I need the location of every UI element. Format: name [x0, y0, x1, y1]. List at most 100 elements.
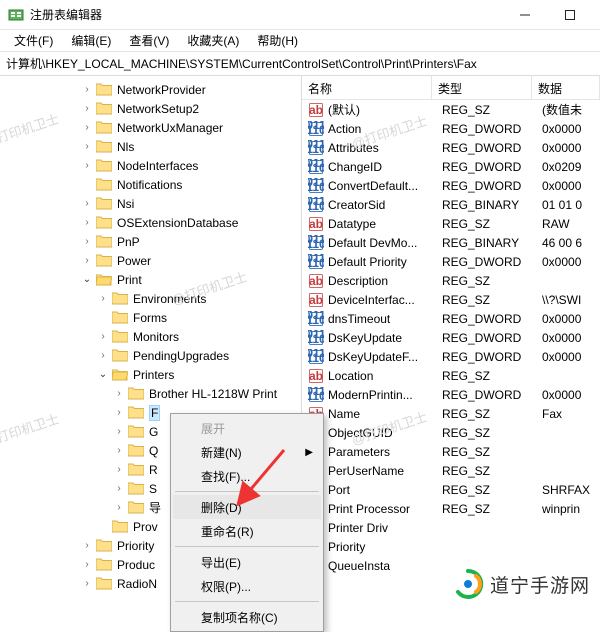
tree-item[interactable]: Notifications [0, 175, 301, 194]
tree-item[interactable]: ›Environments [0, 289, 301, 308]
expander-icon[interactable]: › [112, 444, 126, 458]
list-row[interactable]: abDescriptionREG_SZ [302, 271, 600, 290]
address-bar[interactable]: 计算机\HKEY_LOCAL_MACHINE\SYSTEM\CurrentCon… [0, 52, 600, 76]
list-row[interactable]: 011110Default DevMo...REG_BINARY46 00 6 [302, 233, 600, 252]
list-row[interactable]: 011110DsKeyUpdateREG_DWORD0x0000 [302, 328, 600, 347]
expander-icon[interactable]: › [80, 197, 94, 211]
list-row[interactable]: 011110AttributesREG_DWORD0x0000 [302, 138, 600, 157]
tree-item[interactable]: ›NetworkSetup2 [0, 99, 301, 118]
list-row[interactable]: abLocationREG_SZ [302, 366, 600, 385]
list-row[interactable]: 011110ConvertDefault...REG_DWORD0x0000 [302, 176, 600, 195]
tree-item[interactable]: Forms [0, 308, 301, 327]
maximize-button[interactable] [547, 0, 592, 30]
binary-value-icon: 011110 [308, 235, 324, 251]
tree-item[interactable]: ›Nsi [0, 194, 301, 213]
list-row[interactable]: 011110ChangeIDREG_DWORD0x0209 [302, 157, 600, 176]
folder-icon [112, 292, 133, 305]
expander-icon[interactable]: › [112, 387, 126, 401]
svg-text:110: 110 [308, 199, 324, 213]
expander-icon[interactable]: › [112, 406, 126, 420]
list-row[interactable]: 011110ModernPrintin...REG_DWORD0x0000 [302, 385, 600, 404]
column-name[interactable]: 名称 [302, 76, 432, 99]
expander-icon[interactable]: › [80, 83, 94, 97]
menu-file[interactable]: 文件(F) [6, 30, 61, 51]
tree-item[interactable]: ⌄Printers [0, 365, 301, 384]
tree-item-label: Prov [133, 520, 158, 534]
expander-icon[interactable]: › [96, 292, 110, 306]
menu-edit[interactable]: 编辑(E) [63, 30, 119, 51]
tree-item[interactable]: › Brother HL-1218W Print [0, 384, 301, 403]
ctx-new[interactable]: 新建(N)▶ [173, 440, 321, 464]
list-row[interactable]: 011110Priority [302, 537, 600, 556]
tree-item[interactable]: ›NetworkUxManager [0, 118, 301, 137]
tree-item[interactable]: ›NetworkProvider [0, 80, 301, 99]
list-row[interactable]: ab(默认)REG_SZ(数值未 [302, 100, 600, 119]
menu-favorites[interactable]: 收藏夹(A) [179, 30, 247, 51]
ctx-find[interactable]: 查找(F)... [173, 464, 321, 488]
tree-item[interactable]: ›PnP [0, 232, 301, 251]
tree-item[interactable]: ›PendingUpgrades [0, 346, 301, 365]
value-data: 0x0000 [542, 331, 600, 345]
minimize-button[interactable] [502, 0, 547, 30]
ctx-delete[interactable]: 删除(D) [173, 495, 321, 519]
list-row[interactable]: 011110Default PriorityREG_DWORD0x0000 [302, 252, 600, 271]
ctx-export[interactable]: 导出(E) [173, 550, 321, 574]
list-row[interactable]: abObjectGUIDREG_SZ [302, 423, 600, 442]
tree-item[interactable]: ›NodeInterfaces [0, 156, 301, 175]
expander-icon[interactable]: ⌄ [96, 368, 110, 382]
tree-item[interactable]: ›OSExtensionDatabase [0, 213, 301, 232]
expander-icon[interactable] [96, 520, 110, 534]
tree-item[interactable]: ›Monitors [0, 327, 301, 346]
list-row[interactable]: abDeviceInterfac...REG_SZ\\?\SWI [302, 290, 600, 309]
list-row[interactable]: abParametersREG_SZ [302, 442, 600, 461]
list-row[interactable]: abPrinter Driv [302, 518, 600, 537]
tree-item[interactable]: ›Nls [0, 137, 301, 156]
ctx-expand[interactable]: 展开 [173, 416, 321, 440]
expander-icon[interactable]: › [80, 558, 94, 572]
value-name: ConvertDefault... [328, 179, 442, 193]
folder-icon [112, 520, 133, 533]
expander-icon[interactable] [80, 178, 94, 192]
expander-icon[interactable]: › [112, 425, 126, 439]
list-row[interactable]: 011110dnsTimeoutREG_DWORD0x0000 [302, 309, 600, 328]
expander-icon[interactable]: › [80, 121, 94, 135]
list-row[interactable]: abNameREG_SZFax [302, 404, 600, 423]
expander-icon[interactable]: › [80, 235, 94, 249]
expander-icon[interactable]: › [112, 501, 126, 515]
ctx-permissions[interactable]: 权限(P)... [173, 574, 321, 598]
column-type[interactable]: 类型 [432, 76, 532, 99]
list-row[interactable]: 011110ActionREG_DWORD0x0000 [302, 119, 600, 138]
tree-item-label: Brother HL-1218W Print [149, 387, 277, 401]
expander-icon[interactable]: › [80, 102, 94, 116]
expander-icon[interactable]: › [96, 330, 110, 344]
expander-icon[interactable]: › [80, 254, 94, 268]
expander-icon[interactable]: › [112, 482, 126, 496]
tree-item[interactable]: ›Power [0, 251, 301, 270]
tree-item[interactable]: ⌄Print [0, 270, 301, 289]
column-data[interactable]: 数据 [532, 76, 600, 99]
ctx-rename[interactable]: 重命名(R) [173, 519, 321, 543]
expander-icon[interactable]: › [80, 140, 94, 154]
expander-icon[interactable]: › [80, 159, 94, 173]
list-row[interactable]: abPerUserNameREG_SZ [302, 461, 600, 480]
ctx-copy-key-name[interactable]: 复制项名称(C) [173, 605, 321, 629]
list-row[interactable]: 011110CreatorSidREG_BINARY01 01 0 [302, 195, 600, 214]
expander-icon[interactable]: › [80, 577, 94, 591]
expander-icon[interactable]: › [96, 349, 110, 363]
expander-icon[interactable]: › [80, 539, 94, 553]
folder-icon [128, 425, 149, 438]
value-name: DsKeyUpdate [328, 331, 442, 345]
expander-icon[interactable] [96, 311, 110, 325]
list-row[interactable]: abPrint ProcessorREG_SZwinprin [302, 499, 600, 518]
list-row[interactable]: 011110DsKeyUpdateF...REG_DWORD0x0000 [302, 347, 600, 366]
expander-icon[interactable]: ⌄ [80, 273, 94, 287]
list-row[interactable]: abDatatypeREG_SZRAW [302, 214, 600, 233]
value-data: 0x0000 [542, 350, 600, 364]
menu-help[interactable]: 帮助(H) [249, 30, 306, 51]
expander-icon[interactable]: › [112, 463, 126, 477]
value-type: REG_SZ [442, 217, 542, 231]
menu-view[interactable]: 查看(V) [121, 30, 177, 51]
list-row[interactable]: abPortREG_SZSHRFAX [302, 480, 600, 499]
binary-value-icon: 011110 [308, 159, 324, 175]
expander-icon[interactable]: › [80, 216, 94, 230]
